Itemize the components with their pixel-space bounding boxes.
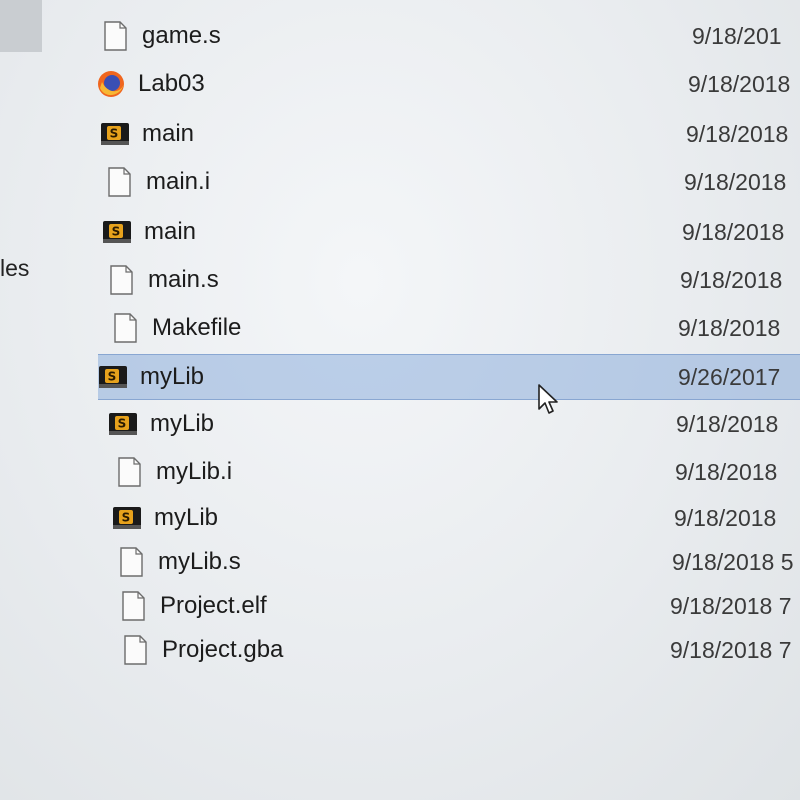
file-row[interactable]: Makefile 9/18/2018 [110, 306, 800, 350]
file-date-modified: 9/18/2018 [678, 314, 781, 341]
file-date-modified: 9/18/2018 5 [672, 548, 794, 575]
assembly-file-icon: S [98, 361, 128, 393]
file-name: main.i [146, 168, 211, 195]
file-date-modified: 9/18/2018 [682, 218, 785, 245]
svg-text:S: S [112, 225, 121, 239]
file-icon [100, 20, 130, 52]
file-name: main [144, 218, 197, 245]
file-name: Lab03 [138, 70, 205, 97]
file-icon [116, 546, 146, 578]
file-name: myLib [140, 363, 205, 390]
file-date-modified: 9/18/2018 7 [670, 636, 792, 663]
file-icon [120, 634, 150, 666]
firefox-icon [96, 68, 126, 100]
mouse-cursor-icon [538, 384, 560, 421]
file-name: Project.gba [162, 636, 284, 663]
file-row[interactable]: SmyLib 9/18/2018 [112, 496, 800, 540]
assembly-file-icon: S [100, 118, 130, 150]
svg-text:S: S [118, 417, 127, 431]
file-date-modified: 9/18/201 [692, 22, 782, 49]
assembly-file-icon: S [112, 502, 142, 534]
file-row[interactable]: myLib.s 9/18/2018 5 [116, 540, 800, 584]
assembly-file-icon: S [102, 216, 132, 248]
file-row[interactable]: main.i 9/18/2018 [104, 160, 800, 204]
file-row[interactable]: Project.elf 9/18/2018 7 [118, 584, 800, 628]
file-row[interactable]: Lab03 9/18/2018 [96, 62, 800, 106]
file-icon [106, 264, 136, 296]
file-name: game.s [142, 22, 221, 49]
file-name: myLib.s [158, 548, 241, 575]
file-name: myLib [154, 504, 219, 531]
file-name: main [142, 120, 195, 147]
file-row[interactable]: Project.gba 9/18/2018 7 [120, 628, 800, 672]
file-name: myLib.i [156, 458, 233, 485]
file-date-modified: 9/18/2018 7 [670, 592, 792, 619]
svg-text:S: S [122, 511, 131, 525]
file-name: myLib [150, 410, 215, 437]
file-name: main.s [148, 266, 219, 293]
file-date-modified: 9/18/2018 [686, 120, 789, 147]
file-date-modified: 9/18/2018 [680, 266, 783, 293]
file-row[interactable]: myLib.i 9/18/2018 [114, 450, 800, 494]
file-row[interactable]: Smain 9/18/2018 [100, 112, 800, 156]
file-date-modified: 9/18/2018 [684, 168, 787, 195]
file-row[interactable]: Smain 9/18/2018 [102, 210, 800, 254]
file-icon [118, 590, 148, 622]
svg-text:S: S [110, 127, 119, 141]
file-name: Project.elf [160, 592, 267, 619]
file-date-modified: 9/18/2018 [676, 410, 779, 437]
file-icon [110, 312, 140, 344]
svg-text:S: S [108, 370, 117, 384]
file-name: Makefile [152, 314, 242, 341]
file-date-modified: 9/18/2018 [688, 70, 791, 97]
file-date-modified: 9/26/2017 [678, 363, 781, 390]
file-row[interactable]: SmyLib 9/18/2018 [108, 402, 800, 446]
file-row[interactable]: main.s 9/18/2018 [106, 258, 800, 302]
assembly-file-icon: S [108, 408, 138, 440]
file-date-modified: 9/18/2018 [675, 458, 778, 485]
file-icon [114, 456, 144, 488]
file-date-modified: 9/18/2018 [674, 504, 777, 531]
file-row[interactable]: SmyLib 9/26/2017 [98, 354, 800, 400]
file-list: game.s 9/18/201 Lab03 9/18/2018 Smain 9/18/20… [0, 0, 800, 800]
file-row[interactable]: game.s 9/18/201 [100, 14, 800, 58]
file-icon [104, 166, 134, 198]
